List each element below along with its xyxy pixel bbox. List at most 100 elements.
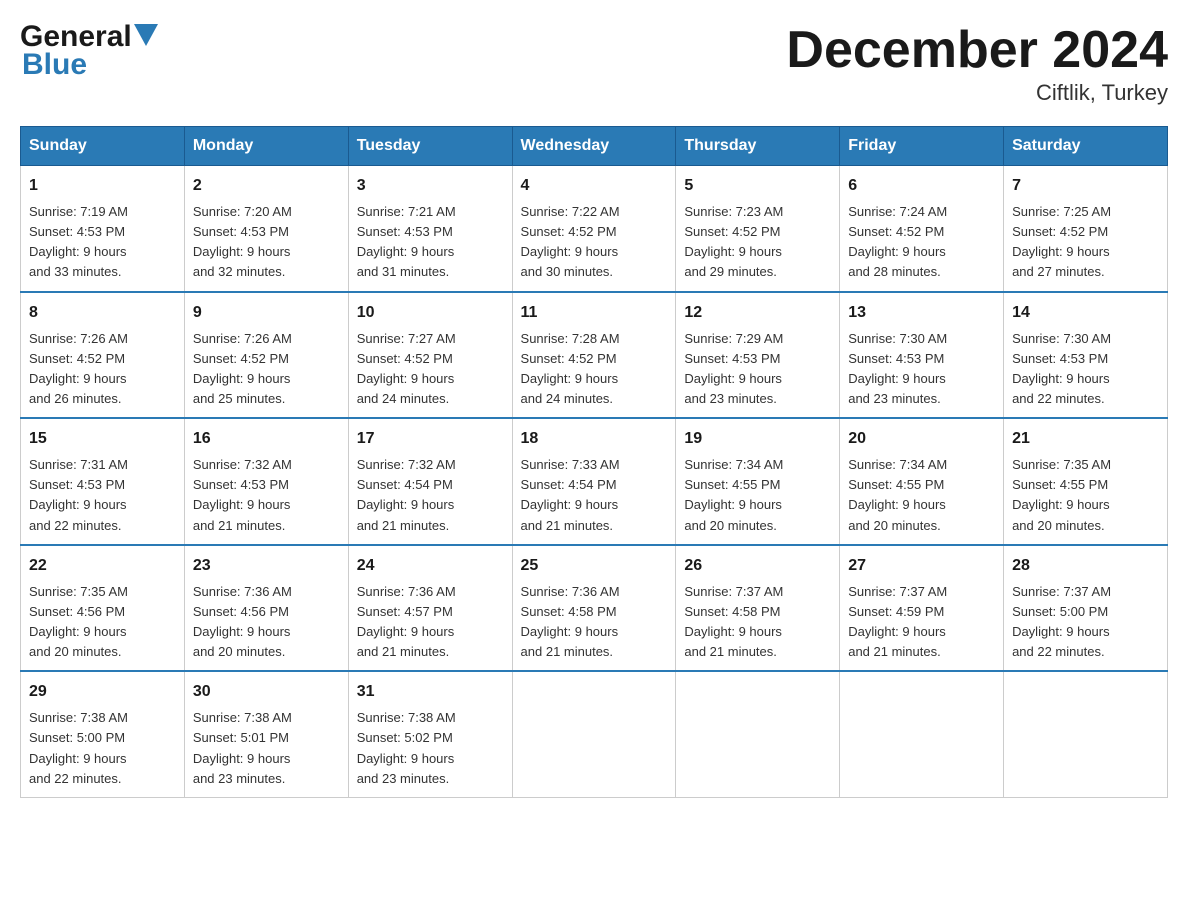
day-header-monday: Monday (184, 127, 348, 166)
calendar-cell: 24 Sunrise: 7:36 AMSunset: 4:57 PMDayligh… (348, 545, 512, 672)
day-number: 18 (521, 427, 668, 451)
day-info: Sunrise: 7:30 AMSunset: 4:53 PMDaylight:… (1012, 329, 1159, 410)
day-info: Sunrise: 7:33 AMSunset: 4:54 PMDaylight:… (521, 455, 668, 536)
calendar-cell: 10 Sunrise: 7:27 AMSunset: 4:52 PMDayligh… (348, 292, 512, 419)
day-info: Sunrise: 7:31 AMSunset: 4:53 PMDaylight:… (29, 455, 176, 536)
calendar-cell: 20Sunrise: 7:34 AMSunset: 4:55 PMDayligh… (840, 418, 1004, 545)
day-header-friday: Friday (840, 127, 1004, 166)
day-number: 8 (29, 301, 176, 325)
title-block: December 2024 Ciftlik, Turkey (786, 20, 1168, 106)
calendar-cell: 17 Sunrise: 7:32 AMSunset: 4:54 PMDayligh… (348, 418, 512, 545)
calendar-cell: 6Sunrise: 7:24 AMSunset: 4:52 PMDaylight… (840, 166, 1004, 292)
calendar-cell: 18 Sunrise: 7:33 AMSunset: 4:54 PMDayligh… (512, 418, 676, 545)
day-info: Sunrise: 7:36 AMSunset: 4:57 PMDaylight:… (357, 582, 504, 663)
calendar-cell: 22Sunrise: 7:35 AMSunset: 4:56 PMDayligh… (21, 545, 185, 672)
day-info: Sunrise: 7:26 AMSunset: 4:52 PMDaylight:… (193, 329, 340, 410)
calendar-cell (676, 671, 840, 797)
day-header-saturday: Saturday (1004, 127, 1168, 166)
calendar-cell: 13Sunrise: 7:30 AMSunset: 4:53 PMDayligh… (840, 292, 1004, 419)
day-number: 27 (848, 554, 995, 578)
day-number: 6 (848, 174, 995, 198)
calendar-cell: 11Sunrise: 7:28 AMSunset: 4:52 PMDayligh… (512, 292, 676, 419)
calendar-cell (840, 671, 1004, 797)
day-info: Sunrise: 7:32 AMSunset: 4:54 PMDaylight:… (357, 455, 504, 536)
day-number: 21 (1012, 427, 1159, 451)
calendar-cell: 19Sunrise: 7:34 AMSunset: 4:55 PMDayligh… (676, 418, 840, 545)
calendar-cell: 5 Sunrise: 7:23 AMSunset: 4:52 PMDaylight… (676, 166, 840, 292)
week-row-5: 29 Sunrise: 7:38 AMSunset: 5:00 PMDayligh… (21, 671, 1168, 797)
day-info: Sunrise: 7:37 AMSunset: 5:00 PMDaylight:… (1012, 582, 1159, 663)
calendar-cell: 12 Sunrise: 7:29 AMSunset: 4:53 PMDayligh… (676, 292, 840, 419)
calendar-cell: 3 Sunrise: 7:21 AMSunset: 4:53 PMDaylight… (348, 166, 512, 292)
calendar-cell: 26Sunrise: 7:37 AMSunset: 4:58 PMDayligh… (676, 545, 840, 672)
day-number: 25 (521, 554, 668, 578)
week-row-3: 15 Sunrise: 7:31 AMSunset: 4:53 PMDayligh… (21, 418, 1168, 545)
calendar-cell (1004, 671, 1168, 797)
calendar-table: SundayMondayTuesdayWednesdayThursdayFrid… (20, 126, 1168, 798)
day-number: 10 (357, 301, 504, 325)
logo-blue-text: Blue (22, 48, 87, 82)
week-row-1: 1Sunrise: 7:19 AMSunset: 4:53 PMDaylight… (21, 166, 1168, 292)
header-row: SundayMondayTuesdayWednesdayThursdayFrid… (21, 127, 1168, 166)
day-info: Sunrise: 7:37 AMSunset: 4:59 PMDaylight:… (848, 582, 995, 663)
day-number: 17 (357, 427, 504, 451)
calendar-cell: 16Sunrise: 7:32 AMSunset: 4:53 PMDayligh… (184, 418, 348, 545)
day-info: Sunrise: 7:23 AMSunset: 4:52 PMDaylight:… (684, 202, 831, 283)
week-row-4: 22Sunrise: 7:35 AMSunset: 4:56 PMDayligh… (21, 545, 1168, 672)
calendar-cell: 21 Sunrise: 7:35 AMSunset: 4:55 PMDayligh… (1004, 418, 1168, 545)
calendar-cell: 14 Sunrise: 7:30 AMSunset: 4:53 PMDayligh… (1004, 292, 1168, 419)
calendar-cell: 8 Sunrise: 7:26 AMSunset: 4:52 PMDaylight… (21, 292, 185, 419)
calendar-cell: 25 Sunrise: 7:36 AMSunset: 4:58 PMDayligh… (512, 545, 676, 672)
day-number: 3 (357, 174, 504, 198)
day-header-tuesday: Tuesday (348, 127, 512, 166)
day-number: 15 (29, 427, 176, 451)
calendar-cell: 23 Sunrise: 7:36 AMSunset: 4:56 PMDayligh… (184, 545, 348, 672)
day-number: 23 (193, 554, 340, 578)
day-number: 29 (29, 680, 176, 704)
calendar-cell: 2 Sunrise: 7:20 AMSunset: 4:53 PMDaylight… (184, 166, 348, 292)
day-info: Sunrise: 7:38 AMSunset: 5:02 PMDaylight:… (357, 708, 504, 789)
day-info: Sunrise: 7:27 AMSunset: 4:52 PMDaylight:… (357, 329, 504, 410)
day-header-thursday: Thursday (676, 127, 840, 166)
calendar-cell: 4 Sunrise: 7:22 AMSunset: 4:52 PMDaylight… (512, 166, 676, 292)
day-info: Sunrise: 7:28 AMSunset: 4:52 PMDaylight:… (521, 329, 668, 410)
calendar-cell: 28Sunrise: 7:37 AMSunset: 5:00 PMDayligh… (1004, 545, 1168, 672)
day-number: 24 (357, 554, 504, 578)
day-number: 19 (684, 427, 831, 451)
day-info: Sunrise: 7:34 AMSunset: 4:55 PMDaylight:… (848, 455, 995, 536)
day-info: Sunrise: 7:35 AMSunset: 4:55 PMDaylight:… (1012, 455, 1159, 536)
location: Ciftlik, Turkey (786, 80, 1168, 106)
calendar-cell: 29 Sunrise: 7:38 AMSunset: 5:00 PMDayligh… (21, 671, 185, 797)
day-number: 9 (193, 301, 340, 325)
day-number: 5 (684, 174, 831, 198)
calendar-cell: 15 Sunrise: 7:31 AMSunset: 4:53 PMDayligh… (21, 418, 185, 545)
day-info: Sunrise: 7:38 AMSunset: 5:00 PMDaylight:… (29, 708, 176, 789)
calendar-cell: 9 Sunrise: 7:26 AMSunset: 4:52 PMDaylight… (184, 292, 348, 419)
week-row-2: 8 Sunrise: 7:26 AMSunset: 4:52 PMDaylight… (21, 292, 1168, 419)
calendar-cell: 27 Sunrise: 7:37 AMSunset: 4:59 PMDayligh… (840, 545, 1004, 672)
day-number: 7 (1012, 174, 1159, 198)
calendar-cell: 31 Sunrise: 7:38 AMSunset: 5:02 PMDayligh… (348, 671, 512, 797)
page-header: General Blue December 2024 Ciftlik, Turk… (20, 20, 1168, 106)
day-number: 13 (848, 301, 995, 325)
day-number: 1 (29, 174, 176, 198)
day-info: Sunrise: 7:36 AMSunset: 4:56 PMDaylight:… (193, 582, 340, 663)
day-number: 4 (521, 174, 668, 198)
day-info: Sunrise: 7:21 AMSunset: 4:53 PMDaylight:… (357, 202, 504, 283)
day-number: 22 (29, 554, 176, 578)
day-info: Sunrise: 7:25 AMSunset: 4:52 PMDaylight:… (1012, 202, 1159, 283)
day-info: Sunrise: 7:36 AMSunset: 4:58 PMDaylight:… (521, 582, 668, 663)
day-number: 31 (357, 680, 504, 704)
calendar-cell: 30Sunrise: 7:38 AMSunset: 5:01 PMDayligh… (184, 671, 348, 797)
day-info: Sunrise: 7:29 AMSunset: 4:53 PMDaylight:… (684, 329, 831, 410)
day-number: 14 (1012, 301, 1159, 325)
calendar-cell: 1Sunrise: 7:19 AMSunset: 4:53 PMDaylight… (21, 166, 185, 292)
day-info: Sunrise: 7:22 AMSunset: 4:52 PMDaylight:… (521, 202, 668, 283)
day-info: Sunrise: 7:20 AMSunset: 4:53 PMDaylight:… (193, 202, 340, 283)
day-info: Sunrise: 7:26 AMSunset: 4:52 PMDaylight:… (29, 329, 176, 410)
day-info: Sunrise: 7:32 AMSunset: 4:53 PMDaylight:… (193, 455, 340, 536)
day-info: Sunrise: 7:38 AMSunset: 5:01 PMDaylight:… (193, 708, 340, 789)
day-header-sunday: Sunday (21, 127, 185, 166)
day-number: 12 (684, 301, 831, 325)
day-number: 2 (193, 174, 340, 198)
